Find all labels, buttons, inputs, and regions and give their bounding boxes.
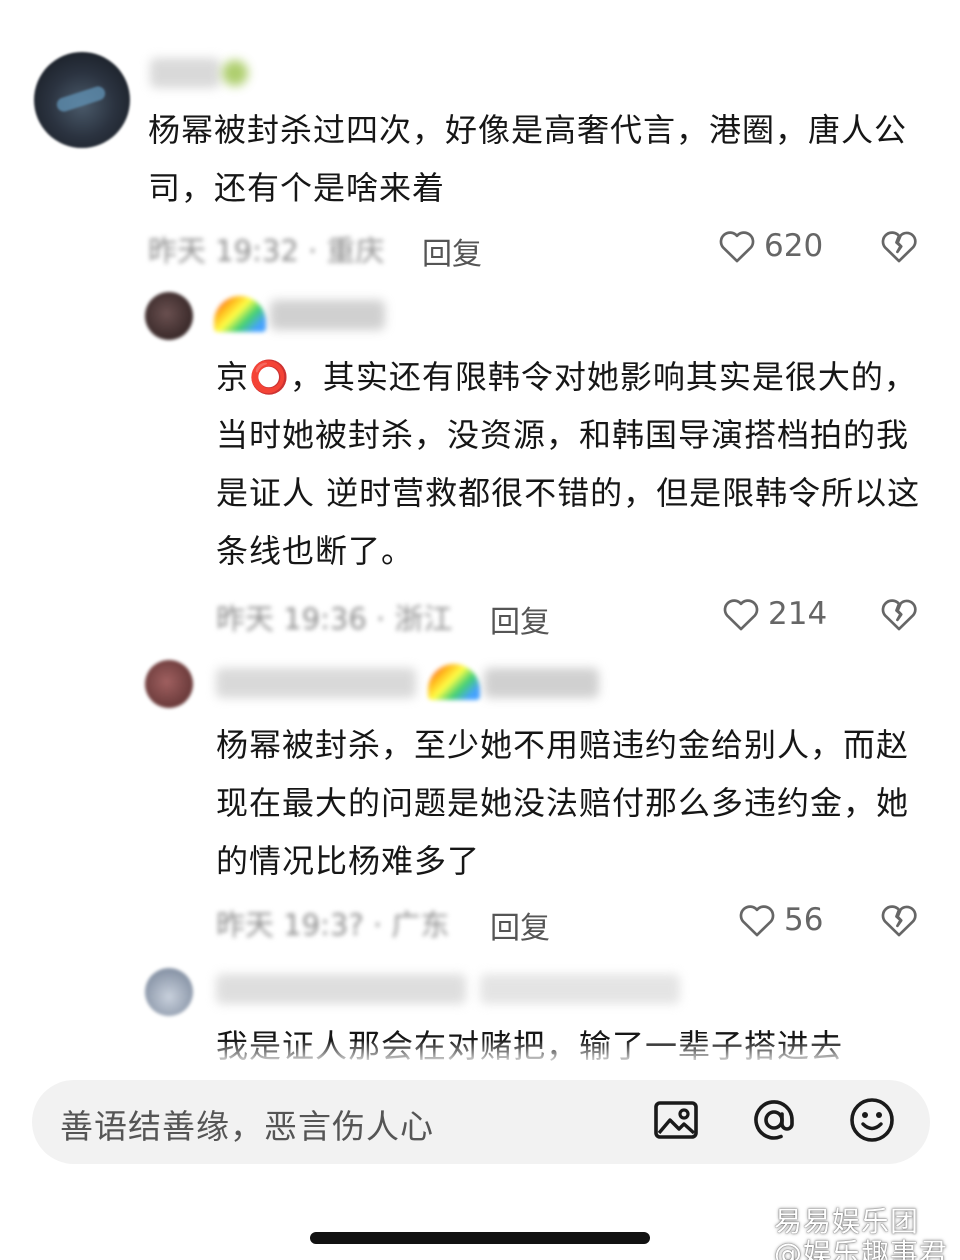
comment-time: 昨天 19:32 · 重庆 [148, 234, 385, 268]
avatar[interactable] [34, 52, 130, 148]
avatar[interactable] [145, 292, 193, 340]
heart-outline-icon [739, 905, 775, 937]
username-blurred[interactable] [270, 300, 385, 330]
badge-icon [222, 60, 248, 86]
avatar[interactable] [145, 660, 193, 708]
username-blurred[interactable] [150, 58, 220, 88]
image-icon[interactable] [652, 1096, 700, 1144]
at-sign-icon[interactable] [750, 1096, 798, 1144]
watermark: 易易娱乐团 @娱乐趣事君 [773, 1205, 948, 1260]
reply-button[interactable]: 回复 [422, 229, 482, 273]
comment-meta: 昨天 19:3? · 广东 [216, 902, 449, 944]
like-button[interactable]: 620 [718, 228, 823, 264]
like-button[interactable]: 56 [738, 902, 823, 938]
broken-heart-icon[interactable] [880, 596, 918, 632]
weibo-logo-icon [732, 1212, 764, 1237]
comment-time: 昨天 19:3? · 广东 [216, 908, 450, 942]
smiley-icon[interactable] [848, 1096, 896, 1144]
heart-outline-icon [723, 599, 759, 631]
reply-button[interactable]: 回复 [490, 903, 550, 947]
comment-text: 杨幂被封杀过四次，好像是高奢代言，港圈，唐人公司，还有个是啥来着 [148, 111, 908, 207]
broken-heart-icon[interactable] [880, 902, 918, 938]
username-blurred[interactable] [480, 974, 680, 1004]
like-count: 214 [768, 596, 828, 632]
username-blurred[interactable] [216, 668, 416, 698]
comment-text: 杨幂被封杀，至少她不用赔违约金给别人，而赵现在最大的问题是她没法赔付那么多违约金… [216, 726, 910, 880]
username-blurred[interactable] [484, 668, 599, 698]
comment-meta: 昨天 19:32 · 重庆 [148, 228, 384, 270]
username-blurred[interactable] [216, 974, 466, 1004]
like-count: 620 [764, 228, 824, 264]
broken-heart-icon[interactable] [880, 228, 918, 264]
rainbow-badge-icon [428, 664, 480, 700]
reply-button[interactable]: 回复 [490, 597, 550, 641]
avatar[interactable] [145, 968, 193, 1016]
comment-text: 京⭕，其实还有限韩令对她影响其实是很大的，当时她被封杀，没资源，和韩国导演搭档拍… [216, 358, 921, 570]
comment-meta: 昨天 19:36 · 浙江 [216, 596, 452, 638]
home-indicator[interactable] [310, 1232, 650, 1244]
comment-time: 昨天 19:36 · 浙江 [216, 602, 453, 636]
heart-outline-icon [719, 231, 755, 263]
like-button[interactable]: 214 [722, 596, 827, 632]
comment-input-placeholder: 善语结善缘，恶言伤人心 [60, 1107, 434, 1146]
like-count: 56 [784, 902, 824, 938]
rainbow-badge-icon [214, 296, 266, 332]
